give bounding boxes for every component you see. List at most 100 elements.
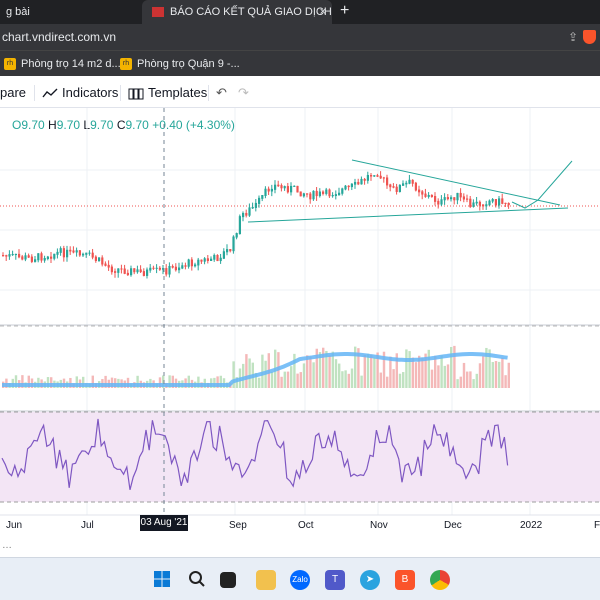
- candle-body: [238, 216, 241, 235]
- templates-button[interactable]: Templates: [128, 78, 207, 108]
- close-icon[interactable]: ×: [320, 0, 326, 24]
- volume-bar: [427, 349, 430, 388]
- candle-body: [187, 259, 190, 267]
- volume-bar: [306, 355, 309, 388]
- stock-chart[interactable]: Jun Jul Sep Oct Nov Dec 2022 F: [0, 108, 600, 538]
- volume-bar: [482, 356, 485, 388]
- brave-shield-icon[interactable]: [583, 30, 596, 44]
- candle-body: [414, 182, 417, 191]
- time-axis-label: Dec: [444, 520, 462, 531]
- tab-title: BÁO CÁO KẾT QUẢ GIAO DỊCH CỔ PH: [170, 6, 332, 18]
- candle-body: [366, 174, 369, 181]
- candle-body: [30, 256, 33, 262]
- candle-body: [312, 190, 315, 200]
- candle-body: [494, 199, 497, 206]
- candle-body: [216, 254, 219, 262]
- candle-body: [203, 258, 206, 262]
- candle-body: [427, 194, 430, 197]
- bookmark-item[interactable]: rh Phòng trọ Quận 9 -...: [120, 51, 240, 77]
- candle-body: [91, 252, 94, 258]
- volume-bar: [312, 362, 315, 388]
- candle-body: [213, 254, 216, 260]
- volume-bar: [328, 355, 331, 388]
- volume-bar: [411, 357, 414, 388]
- candle-body: [210, 258, 213, 262]
- volume-bar: [389, 356, 392, 388]
- candle-body: [133, 268, 136, 273]
- time-axis-label: Jul: [81, 520, 94, 531]
- candle-body: [104, 263, 107, 266]
- browser-tab-2[interactable]: BÁO CÁO KẾT QUẢ GIAO DỊCH CỔ PH ×: [142, 0, 332, 24]
- candle-body: [338, 192, 341, 196]
- candle-body: [72, 250, 75, 253]
- candle-body: [18, 253, 21, 258]
- telegram-icon[interactable]: ➤: [360, 570, 380, 590]
- zalo-icon[interactable]: Zalo: [290, 570, 310, 590]
- volume-bar: [491, 362, 494, 388]
- volume-bar: [242, 363, 245, 388]
- volume-bar: [270, 371, 274, 388]
- candle-body: [418, 189, 421, 193]
- task-view-icon[interactable]: [220, 572, 236, 588]
- candle-body: [107, 264, 110, 268]
- time-axis-label: Oct: [298, 520, 314, 531]
- candle-body: [21, 256, 24, 260]
- templates-icon: [128, 88, 144, 100]
- bookmark-label: Phòng trọ Quận 9 -...: [137, 58, 240, 70]
- undo-icon[interactable]: ↶: [216, 78, 227, 108]
- bookmark-item[interactable]: rh Phòng trọ 14 m2 d...: [4, 51, 121, 77]
- price-candles: [2, 171, 510, 279]
- file-explorer-icon[interactable]: [256, 570, 276, 590]
- candle-body: [46, 256, 49, 259]
- brave-icon[interactable]: B: [395, 570, 415, 590]
- candle-body: [334, 194, 337, 197]
- candle-body: [165, 268, 168, 275]
- candle-body: [437, 200, 440, 205]
- candle-body: [158, 267, 161, 270]
- indicators-button[interactable]: Indicators: [42, 78, 118, 108]
- candle-body: [322, 191, 325, 194]
- time-axis-label: Jun: [6, 520, 22, 531]
- new-tab-button[interactable]: +: [340, 0, 349, 22]
- volume-bar: [472, 379, 475, 388]
- volume-bar: [462, 362, 466, 388]
- candle-body: [309, 193, 312, 200]
- crosshair-date-label: 03 Aug '21: [140, 515, 188, 531]
- candle-body: [126, 272, 129, 276]
- candle-body: [206, 258, 209, 262]
- candle-body: [405, 182, 408, 185]
- candle-body: [283, 186, 286, 189]
- redo-icon[interactable]: ↷: [238, 78, 249, 108]
- share-icon[interactable]: ⇪: [568, 24, 578, 50]
- teams-icon[interactable]: T: [325, 570, 345, 590]
- bookmarks-bar: rh Phòng trọ 14 m2 d... rh Phòng trọ Quận …: [0, 50, 600, 76]
- candle-body: [504, 202, 507, 204]
- browser-tab-1[interactable]: g bài: [0, 0, 140, 24]
- candle-body: [98, 257, 101, 261]
- candle-body: [370, 174, 373, 177]
- candle-body: [280, 185, 283, 189]
- chrome-icon[interactable]: [430, 570, 450, 590]
- volume-bar: [379, 372, 382, 388]
- compare-button[interactable]: pare: [0, 78, 26, 108]
- volume-bar: [475, 373, 478, 388]
- candle-body: [123, 268, 126, 274]
- toolbar-divider: [34, 85, 35, 101]
- search-icon[interactable]: [187, 570, 207, 590]
- time-axis[interactable]: Jun Jul Sep Oct Nov Dec 2022 F: [6, 520, 600, 531]
- candle-body: [350, 183, 353, 188]
- volume-bar: [501, 358, 504, 388]
- candle-body: [462, 196, 465, 200]
- candle-body: [168, 265, 171, 275]
- candle-body: [411, 179, 414, 184]
- time-axis-label: Nov: [370, 520, 388, 531]
- candle-body: [88, 252, 91, 254]
- address-bar[interactable]: chart.vndirect.com.vn ⇪: [0, 24, 600, 50]
- more-options-icon[interactable]: …: [2, 540, 12, 551]
- windows-start-icon[interactable]: [152, 570, 172, 590]
- candle-body: [482, 204, 485, 207]
- candle-body: [37, 253, 40, 261]
- candle-body: [8, 254, 11, 257]
- candle-body: [94, 256, 97, 261]
- volume-bar: [334, 359, 338, 388]
